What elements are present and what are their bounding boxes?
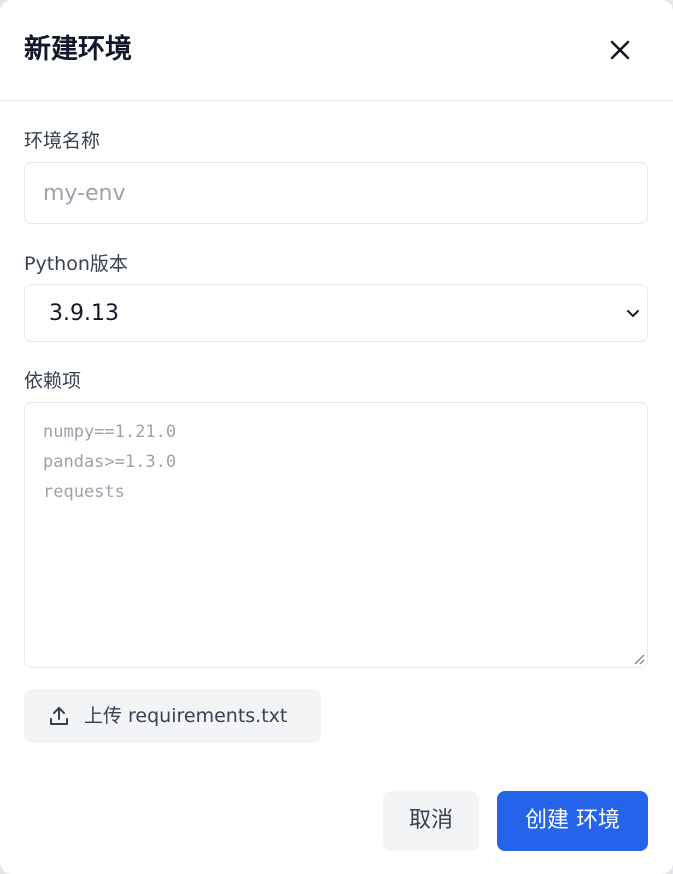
cancel-button[interactable]: 取消 [383,791,479,851]
upload-icon [50,707,68,725]
dialog-title: 新建环境 [24,34,132,65]
upload-requirements-button[interactable]: 上传 requirements.txt [24,689,321,743]
dependencies-placeholder-line: pandas>=1.3.0 [43,452,177,472]
dependencies-textarea[interactable]: numpy==1.21.0 pandas>=1.3.0 requests [24,402,648,668]
chevron-down-icon [627,310,639,317]
create-environment-button[interactable]: 创建 环境 [497,791,648,851]
dependencies-placeholder-line: numpy==1.21.0 [43,422,177,442]
resize-handle-icon[interactable] [633,653,645,665]
python-version-select[interactable]: 3.9.13 [24,284,648,342]
dialog-header: 新建环境 [0,0,673,101]
env-name-label: 环境名称 [24,130,101,152]
python-version-label: Python版本 [24,253,128,275]
python-version-value: 3.9.13 [49,301,119,326]
close-icon [610,40,630,60]
env-name-input[interactable] [24,162,648,224]
dependencies-placeholder-line: requests [43,482,125,502]
dependencies-label: 依赖项 [24,370,82,392]
new-environment-dialog: 新建环境 环境名称 Python版本 3.9.13 依赖项 numpy==1.2… [0,0,673,874]
close-button[interactable] [602,32,638,68]
upload-label: 上传 requirements.txt [84,705,288,727]
